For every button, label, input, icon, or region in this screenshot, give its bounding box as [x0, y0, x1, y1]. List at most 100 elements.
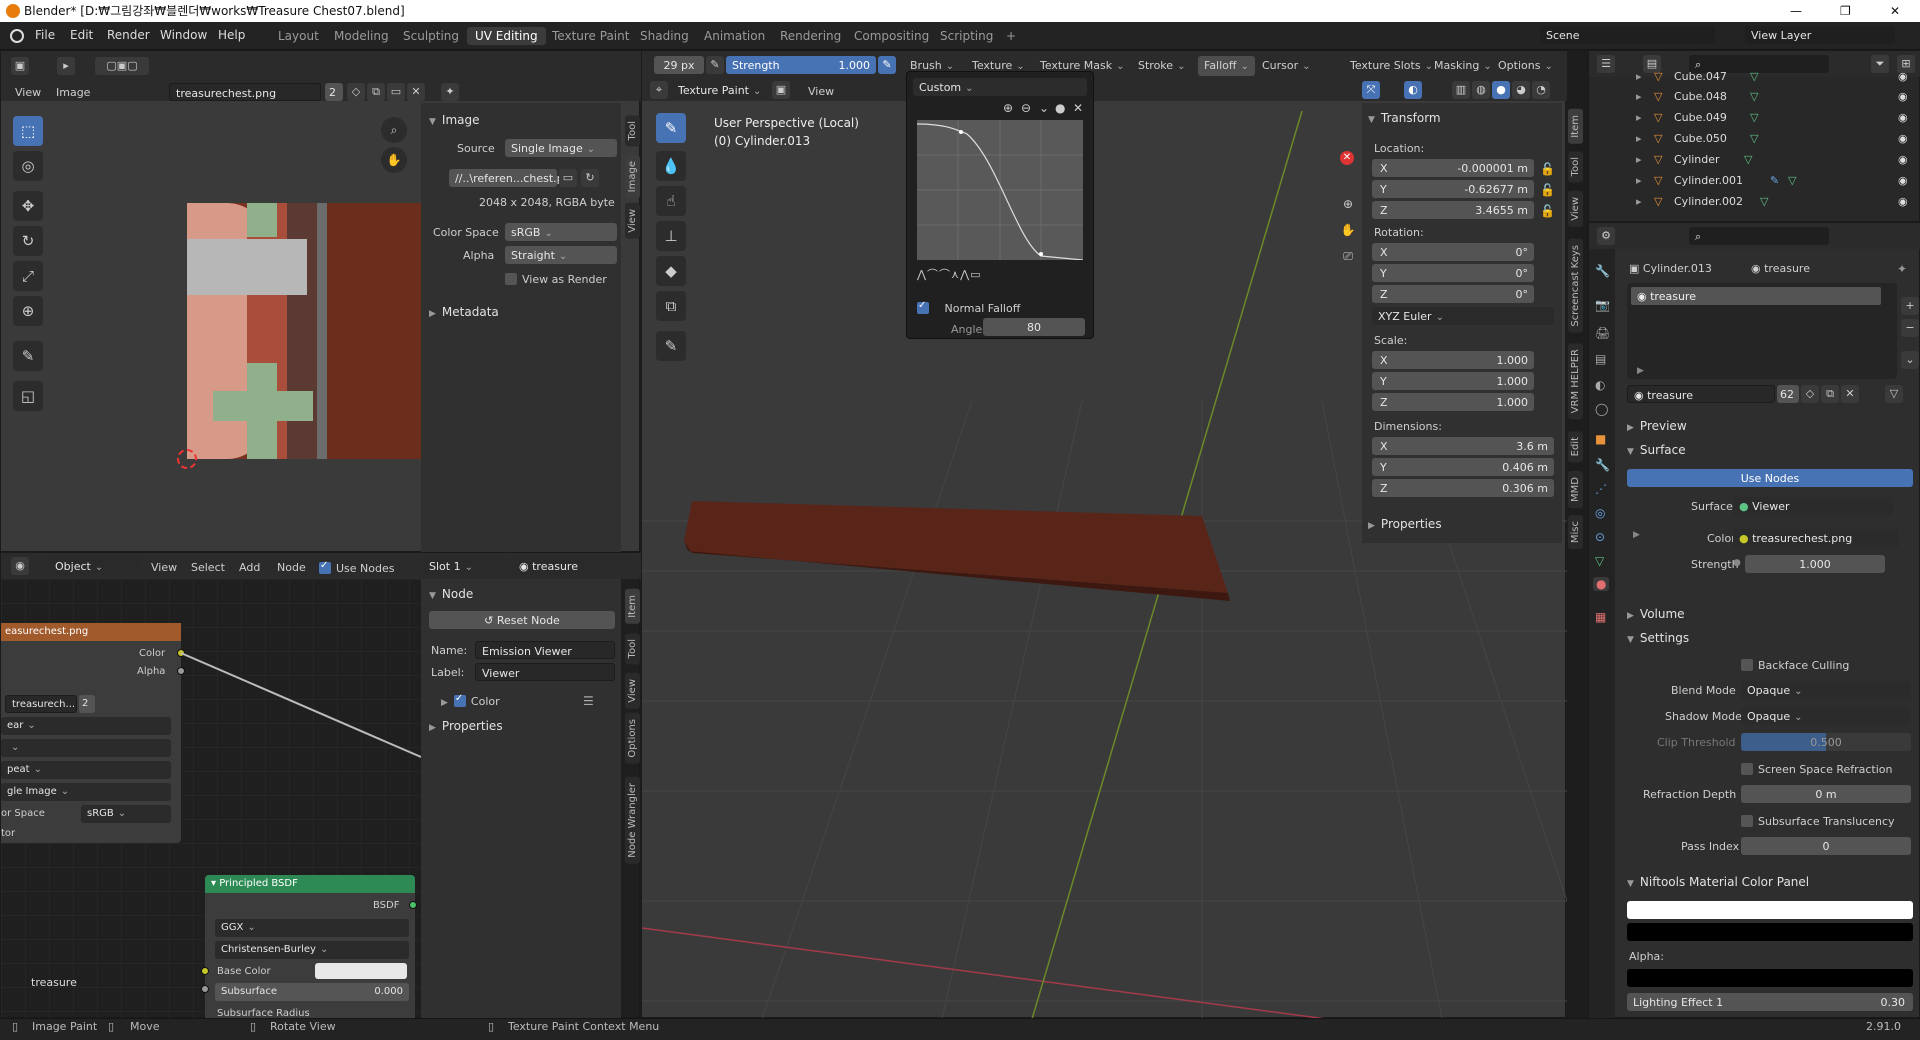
strength-pressure-icon[interactable]: ✎ — [878, 56, 896, 74]
tab-scripting[interactable]: Scripting — [932, 27, 1001, 45]
strength-input-field[interactable]: 1.000 — [1745, 555, 1885, 573]
scene-selector[interactable]: Scene — [1540, 26, 1715, 44]
output-tab-icon[interactable]: 🖨 — [1595, 327, 1610, 339]
image-node-image-field[interactable]: treasurech... — [5, 695, 77, 713]
pass-index-field[interactable]: 0 — [1741, 837, 1911, 855]
node-editor-type-icon[interactable]: ◉ — [11, 557, 29, 575]
extension-dropdown[interactable]: peat — [1, 761, 171, 779]
wireframe-shading-icon[interactable]: ◍ — [1472, 81, 1490, 99]
tab-view[interactable]: View — [625, 203, 640, 239]
visibility-eye-icon[interactable]: ◉ — [1898, 90, 1908, 103]
dimension-y-field[interactable]: Y 0.406 m — [1372, 458, 1554, 476]
rotation-mode-dropdown[interactable]: XYZ Euler — [1372, 307, 1554, 325]
remove-slot-icon[interactable]: − — [1901, 319, 1919, 337]
material-tab-icon[interactable]: ● — [1593, 577, 1610, 591]
strength-slider[interactable]: Strength 1.000 — [726, 56, 876, 74]
material-slot-list[interactable]: ◉ treasure ▶ — [1627, 283, 1897, 379]
volume-panel-header[interactable]: ▶ Volume — [1627, 607, 1685, 621]
visibility-eye-icon[interactable]: ◉ — [1898, 111, 1908, 124]
curve-preset-icons[interactable]: ⋀⌒⌒⋏⋀▭ — [917, 266, 1017, 281]
node-menu-view[interactable]: View — [151, 562, 177, 573]
screen-space-refraction-checkbox[interactable]: Screen Space Refraction — [1741, 763, 1893, 775]
tab-compositing[interactable]: Compositing — [846, 27, 937, 45]
outliner-row-cube-047[interactable]: ▸ ▽ Cube.047 ▽ ◉ — [1610, 70, 1920, 87]
fake-user-icon[interactable]: ◇ — [347, 83, 365, 101]
rotation-y-field[interactable]: Y 0° — [1372, 264, 1534, 282]
node-label-field[interactable]: Viewer — [475, 663, 615, 681]
color-input-field[interactable]: ● treasurechest.png — [1733, 529, 1899, 547]
add-slot-icon[interactable]: + — [1901, 297, 1919, 315]
surface-shader-field[interactable]: ● Viewer — [1733, 497, 1893, 515]
tab-layout[interactable]: Layout — [270, 27, 327, 45]
settings-panel-header[interactable]: ▼ Settings — [1627, 631, 1689, 645]
material-fake-user-icon[interactable]: ◇ — [1801, 385, 1819, 403]
location-z-field[interactable]: Z 3.4655 m — [1372, 201, 1534, 219]
outliner-row-cylinder[interactable]: ▸ ▽ Cylinder ▽ ◉ — [1610, 153, 1920, 170]
visibility-eye-icon[interactable]: ◉ — [1898, 132, 1908, 145]
node-colorspace-dropdown[interactable]: sRGB — [81, 805, 171, 823]
subsurface-slider[interactable]: Subsurface 0.000 — [215, 983, 409, 1001]
visibility-eye-icon[interactable]: ◉ — [1898, 70, 1908, 83]
plank-object[interactable] — [662, 491, 1262, 611]
scale-y-field[interactable]: Y 1.000 — [1372, 372, 1534, 390]
lighting-effect-slider[interactable]: Lighting Effect 1 0.30 — [1627, 993, 1913, 1011]
pan-hand-icon[interactable]: ✋ — [381, 147, 407, 173]
subsurface-socket[interactable] — [201, 985, 209, 993]
xray-icon[interactable]: ▥ — [1452, 81, 1470, 99]
curve-delete-icon[interactable]: ✕ — [1073, 102, 1083, 114]
scale-z-field[interactable]: Z 1.000 — [1372, 393, 1534, 411]
material-datablock-field[interactable]: ◉ treasure — [1627, 385, 1775, 403]
menu-render[interactable]: Render — [107, 29, 150, 41]
visibility-eye-icon[interactable]: ◉ — [1898, 195, 1908, 208]
particles-tab-icon[interactable]: ⋰ — [1595, 483, 1607, 495]
texture-tab-icon[interactable]: ▦ — [1595, 611, 1606, 623]
tab-uv-editing[interactable]: UV Editing — [467, 27, 546, 45]
rotate-tool[interactable]: ↻ — [13, 226, 43, 256]
viewport-tab-screencast-keys[interactable]: Screencast Keys — [1568, 239, 1583, 333]
outliner-row-cylinder-002[interactable]: ▸ ▽ Cylinder.002 ▽ ◉ — [1610, 195, 1920, 212]
alpha-dropdown[interactable]: Straight — [505, 246, 617, 264]
tab-modeling[interactable]: Modeling — [326, 27, 397, 45]
normal-falloff-checkbox[interactable]: Normal Falloff — [917, 301, 1020, 314]
solid-shading-icon[interactable]: ● — [1492, 81, 1510, 99]
node-properties-header[interactable]: ▶ Properties — [429, 719, 503, 733]
menu-help[interactable]: Help — [218, 29, 245, 41]
tab-tool[interactable]: Tool — [625, 115, 640, 147]
image-editor-image-menu[interactable]: Image — [56, 87, 90, 98]
image-editor-view-menu[interactable]: View — [15, 87, 41, 98]
blender-menu-icon[interactable] — [10, 29, 24, 43]
slot-specials-icon[interactable]: ⌄ — [1901, 351, 1919, 369]
source-dropdown[interactable]: Single Image — [505, 139, 617, 157]
nif-color-swatch-white[interactable] — [1627, 901, 1913, 919]
material-field[interactable]: ◉ treasure — [513, 557, 631, 575]
outliner-row-cube-049[interactable]: ▸ ▽ Cube.049 ▽ ◉ — [1610, 111, 1920, 128]
refraction-depth-field[interactable]: 0 m — [1741, 785, 1911, 803]
menu-window[interactable]: Window — [160, 29, 207, 41]
node-tab-options[interactable]: Options — [625, 713, 640, 764]
select-mode-icon[interactable]: ▸ — [57, 57, 75, 75]
cursor-menu[interactable]: Cursor — [1262, 60, 1311, 72]
reload-icon[interactable]: ↻ — [581, 169, 599, 187]
reset-node-button[interactable]: ↺ Reset Node — [429, 611, 615, 629]
expand-list-icon[interactable]: ▶ — [1637, 367, 1644, 376]
node-panel-header[interactable]: ▼ Node — [429, 587, 473, 601]
node-tab-node-wrangler[interactable]: Node Wrangler — [625, 777, 640, 864]
curve-tools-icon[interactable]: ⌄ — [1039, 102, 1049, 114]
dimension-z-field[interactable]: Z 0.306 m — [1372, 479, 1554, 497]
viewport-tab-item[interactable]: Item — [1568, 109, 1583, 144]
viewport-tab-edit[interactable]: Edit — [1568, 431, 1583, 463]
surface-panel-header[interactable]: ▼ Surface — [1627, 443, 1686, 457]
scale-tool[interactable]: ⤢ — [13, 261, 43, 291]
lock-location-y-icon[interactable]: 🔓 — [1540, 184, 1555, 196]
tab-animation[interactable]: Animation — [696, 27, 773, 45]
image-name-field[interactable]: treasurechest.png — [169, 83, 321, 101]
paint-mask-icon[interactable]: ▣ — [772, 81, 790, 99]
base-color-swatch[interactable] — [315, 963, 407, 979]
node-tab-tool[interactable]: Tool — [625, 633, 640, 665]
bsdf-node-title[interactable]: ▾ Principled BSDF — [205, 875, 415, 893]
blend-mode-dropdown[interactable]: Opaque — [1741, 681, 1911, 699]
maximize-button[interactable]: ❐ — [1840, 5, 1851, 17]
tool-tab-icon[interactable]: 🔧 — [1595, 265, 1610, 277]
clip-threshold-slider[interactable]: 0.500 — [1741, 733, 1911, 751]
use-nodes-button[interactable]: Use Nodes — [1627, 469, 1913, 487]
